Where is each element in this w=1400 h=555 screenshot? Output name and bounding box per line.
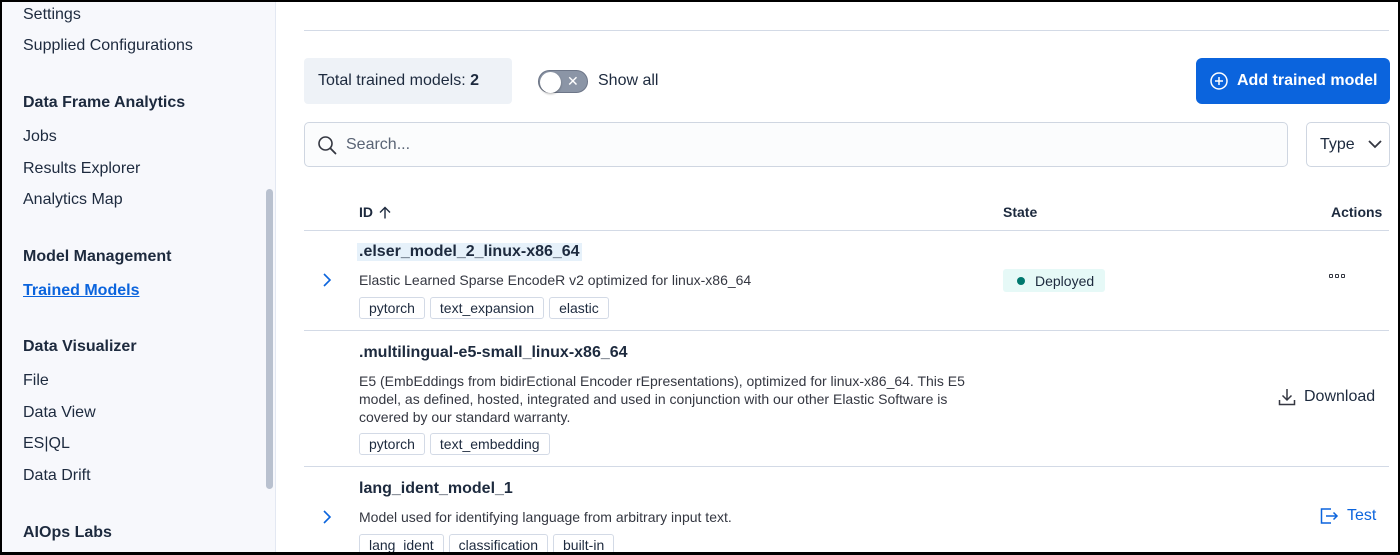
model-description: Model used for identifying language from… [359,509,732,525]
main-content: Total trained models: 2 ✕ Show all Add t… [277,2,1398,552]
tag: elastic [549,297,609,319]
cross-icon: ✕ [567,73,579,89]
search-input[interactable] [346,135,1246,154]
row-divider [304,466,1389,467]
column-header-state[interactable]: State [1003,204,1037,220]
model-id[interactable]: .multilingual-e5-small_linux-x86_64 [359,344,628,362]
tag: text_embedding [429,433,550,455]
tag: lang_ident [359,534,444,552]
tag: pytorch [359,297,425,319]
sidebar-scrollbar[interactable] [266,189,273,489]
test-button[interactable]: Test [1320,507,1376,525]
sidebar-item-file[interactable]: File [23,372,49,390]
search-box [304,122,1288,167]
more-actions-icon[interactable] [1329,274,1345,278]
sidebar-item-data-drift[interactable]: Data Drift [23,467,91,485]
download-icon [1278,389,1296,406]
tag: text_expansion [429,297,545,319]
model-tags: pytorch text_expansion elastic [359,297,609,319]
test-label: Test [1347,507,1377,524]
sidebar-item-trained-models[interactable]: Trained Models [23,282,139,300]
sidebar-item-jobs[interactable]: Jobs [23,128,57,146]
tag: built-in [553,534,615,552]
row-divider [304,330,1389,331]
tag: classification [448,534,548,552]
sidebar-item-results-explorer[interactable]: Results Explorer [23,160,140,178]
state-badge: Deployed [1003,269,1106,292]
chevron-down-icon [1368,140,1382,149]
sort-ascending-icon [379,206,391,218]
model-tags: pytorch text_embedding [359,433,550,455]
sidebar-item-data-view[interactable]: Data View [23,404,96,422]
model-description: Elastic Learned Sparse EncodeR v2 optimi… [359,272,752,288]
table-header-divider [304,230,1389,231]
sidebar-item-analytics-map[interactable]: Analytics Map [23,191,123,209]
total-models-count: 2 [470,72,479,89]
sidebar-item-supplied-configurations[interactable]: Supplied Configurations [23,37,193,55]
column-header-id-label: ID [359,204,373,220]
column-header-id[interactable]: ID [359,204,391,220]
model-tags: lang_ident classification built-in [359,534,615,552]
divider [304,30,1389,31]
toggle-knob [540,72,561,93]
sidebar-heading-model-management: Model Management [23,248,172,265]
expand-row-chevron-icon[interactable] [320,510,334,524]
sidebar-heading-data-frame-analytics: Data Frame Analytics [23,94,186,111]
type-filter-label: Type [1320,135,1355,153]
sidebar-item-esql[interactable]: ES|QL [23,435,70,453]
search-icon [318,135,337,154]
sidebar-item-settings[interactable]: Settings [23,6,81,24]
app-frame: Settings Supplied Configurations Data Fr… [0,0,1400,555]
status-dot-icon [1017,276,1025,285]
expand-row-chevron-icon[interactable] [320,273,334,287]
total-models-label: Total trained models: [318,72,466,89]
download-button[interactable]: Download [1278,388,1375,406]
model-description: E5 (EmbEddings from bidirEctional Encode… [359,373,965,425]
test-icon [1320,508,1339,524]
add-trained-model-button[interactable]: Add trained model [1196,58,1390,104]
sidebar-heading-aiops-labs: AIOps Labs [23,524,112,541]
sidebar-heading-data-visualizer: Data Visualizer [23,338,137,355]
show-all-label[interactable]: Show all [598,72,658,90]
add-trained-model-label: Add trained model [1237,72,1378,89]
tag: pytorch [359,433,425,455]
show-all-toggle[interactable]: ✕ [538,70,588,93]
total-models-stat: Total trained models: 2 [304,58,512,104]
plus-circle-icon [1210,72,1228,90]
column-header-actions: Actions [1331,204,1383,220]
sidebar: Settings Supplied Configurations Data Fr… [2,2,276,552]
model-id[interactable]: .elser_model_2_linux-x86_64 [357,243,582,261]
model-id[interactable]: lang_ident_model_1 [359,480,513,498]
download-label: Download [1304,388,1376,405]
state-label: Deployed [1035,272,1095,289]
type-filter-button[interactable]: Type [1306,122,1390,167]
